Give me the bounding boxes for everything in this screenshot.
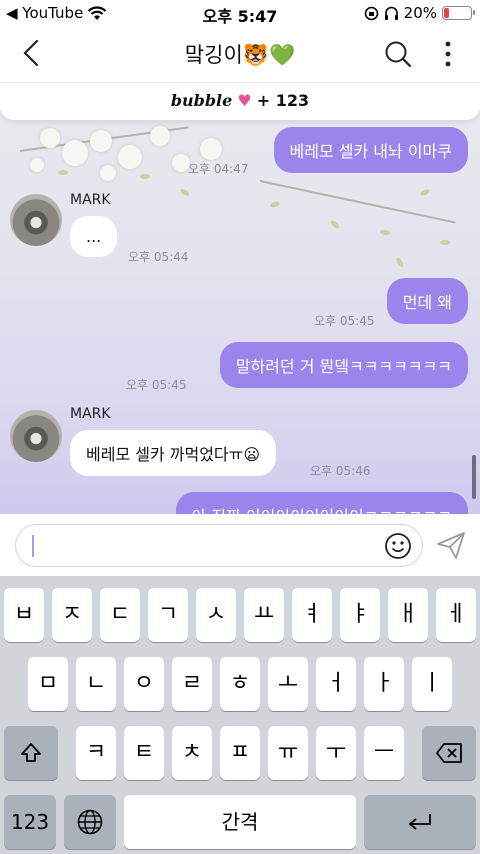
leaf <box>329 219 341 230</box>
leaf <box>395 256 405 269</box>
leaf <box>58 170 68 175</box>
leaf <box>419 187 431 198</box>
outgoing-message[interactable]: 아 진짜 이이이이이이이이ㅋㅋㅋㅋㅋㅋ <box>175 492 468 514</box>
message-time: 오후 05:45 <box>314 314 375 328</box>
key[interactable]: ㄹ <box>172 657 212 711</box>
key[interactable]: ㅐ <box>388 588 428 642</box>
key[interactable]: ㅊ <box>172 726 212 780</box>
blossom <box>118 145 142 169</box>
key[interactable]: ㅎ <box>220 657 260 711</box>
chat-area[interactable]: 베레모 셀카 내놔 이마쿠 오후 04:47 MARK ... 오후 05:44… <box>0 110 480 514</box>
message-input-bar <box>0 514 480 576</box>
outgoing-message[interactable]: 먼데 왜 <box>386 278 468 324</box>
key[interactable]: ㅜ <box>316 726 356 780</box>
key[interactable]: ㅈ <box>52 588 92 642</box>
message-time: 오후 05:44 <box>128 250 189 264</box>
headphones-icon <box>384 6 398 20</box>
leaf <box>140 174 150 179</box>
search-icon[interactable] <box>384 40 412 68</box>
leaf <box>179 187 191 198</box>
subscriber-count: + 123 <box>256 91 310 110</box>
more-vertical-icon[interactable] <box>444 40 452 68</box>
blossom <box>40 128 60 148</box>
blossom <box>62 140 88 166</box>
key[interactable]: ㄱ <box>148 588 188 642</box>
key[interactable]: ㅔ <box>436 588 476 642</box>
key[interactable]: ㅇ <box>124 657 164 711</box>
key[interactable]: ㅕ <box>292 588 332 642</box>
shift-icon <box>21 743 41 762</box>
key[interactable]: ㅍ <box>220 726 260 780</box>
key[interactable]: ㅌ <box>124 726 164 780</box>
key[interactable]: ㅁ <box>28 657 68 711</box>
status-right: 20% <box>364 4 475 22</box>
key[interactable]: ㅠ <box>268 726 308 780</box>
blossom <box>100 165 116 181</box>
blossom <box>200 138 222 160</box>
key[interactable]: ㄴ <box>76 657 116 711</box>
globe-icon <box>77 809 103 835</box>
outgoing-message[interactable]: 말하려던 거 뭔뎈ㅋㅋㅋㅋㅋㅋㅋ <box>219 342 468 388</box>
send-icon[interactable] <box>436 530 466 560</box>
chat-header: 맠깅이🐯💚 <box>0 26 480 82</box>
incoming-message[interactable]: ... <box>70 216 118 257</box>
battery-percent: 20% <box>403 4 437 22</box>
key[interactable]: ㅡ <box>364 726 404 780</box>
message-time: 오후 05:45 <box>126 378 187 392</box>
avatar[interactable] <box>10 410 62 462</box>
key[interactable]: ㅂ <box>4 588 44 642</box>
blossom <box>150 126 170 146</box>
message-input[interactable] <box>15 524 423 567</box>
numbers-key[interactable]: 123 <box>4 795 56 849</box>
key[interactable]: ㅏ <box>364 657 404 711</box>
key[interactable]: ㅋ <box>76 726 116 780</box>
branch <box>259 180 456 224</box>
text-caret <box>32 535 34 557</box>
message-time: 오후 04:47 <box>188 162 249 176</box>
leaf <box>440 240 450 245</box>
leaf <box>379 229 391 236</box>
shift-key[interactable] <box>4 726 58 780</box>
keyboard: ㅂ ㅈ ㄷ ㄱ ㅅ ㅛ ㅕ ㅑ ㅐ ㅔ ㅁ ㄴ ㅇ ㄹ ㅎ ㅗ ㅓ ㅏ ㅣ ㅋ … <box>0 576 480 854</box>
incoming-message[interactable]: 베레모 셀카 까먹었다ㅠ😦 <box>70 430 277 476</box>
key[interactable]: ㅑ <box>340 588 380 642</box>
message-time: 오후 05:46 <box>310 464 371 478</box>
scrollbar-thumb[interactable] <box>472 455 476 499</box>
globe-key[interactable] <box>64 795 116 849</box>
space-key[interactable]: 간격 <box>124 795 356 849</box>
bubble-logo: bubble <box>170 91 233 110</box>
bubble-subscription-bar[interactable]: bubble ♥ + 123 <box>0 82 480 120</box>
key[interactable]: ㅓ <box>316 657 356 711</box>
backspace-key[interactable] <box>422 726 476 780</box>
battery-fill <box>444 8 449 18</box>
blossom <box>30 158 44 172</box>
key[interactable]: ㅛ <box>244 588 284 642</box>
status-bar: ◀ YouTube 오후 5:47 20% <box>0 0 480 26</box>
outgoing-message[interactable]: 베레모 셀카 내놔 이마쿠 <box>273 127 468 173</box>
blossom <box>90 130 112 152</box>
backspace-icon <box>436 743 462 763</box>
heart-icon: ♥ <box>237 91 252 110</box>
emoji-icon[interactable] <box>384 532 412 560</box>
return-key[interactable] <box>364 795 476 849</box>
sender-name: MARK <box>70 406 111 422</box>
key[interactable]: ㅅ <box>196 588 236 642</box>
orientation-lock-icon <box>364 6 378 20</box>
avatar[interactable] <box>10 194 62 246</box>
return-icon <box>409 814 431 830</box>
key[interactable]: ㅣ <box>412 657 452 711</box>
leaf <box>269 200 281 209</box>
battery-icon <box>442 6 475 20</box>
key[interactable]: ㄷ <box>100 588 140 642</box>
key[interactable]: ㅗ <box>268 657 308 711</box>
sender-name: MARK <box>70 192 111 208</box>
